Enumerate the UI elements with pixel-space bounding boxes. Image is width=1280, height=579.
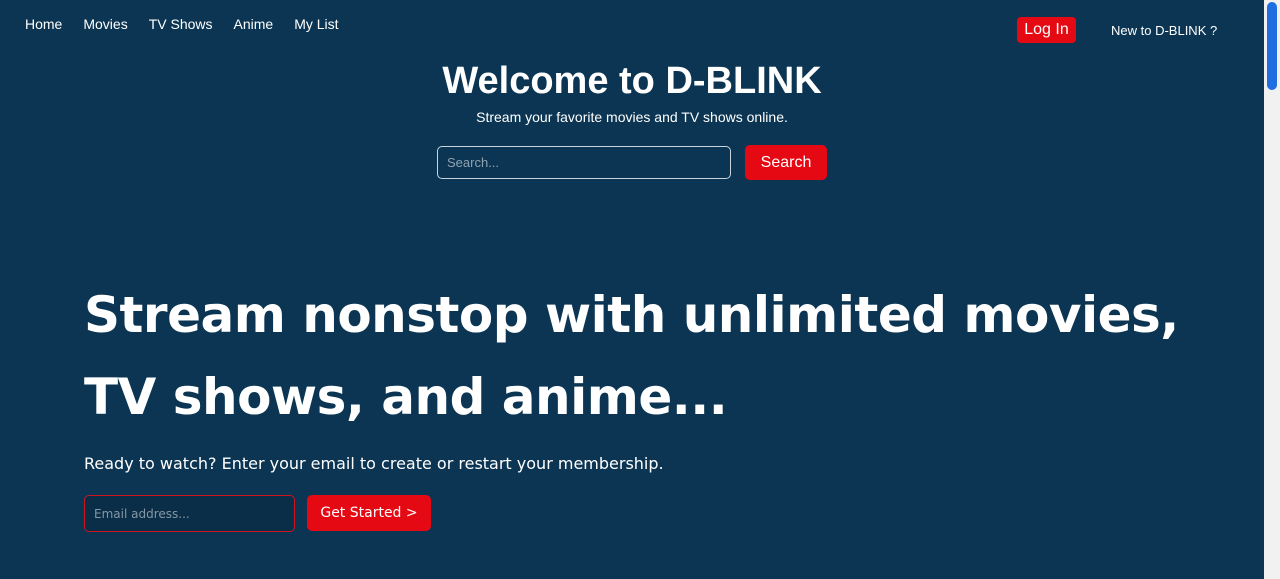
scrollbar-thumb[interactable] [1267, 2, 1277, 90]
search-input[interactable] [437, 146, 731, 179]
get-started-button[interactable]: Get Started > [307, 495, 431, 531]
new-user-link[interactable]: New to D-BLINK ? [1111, 23, 1217, 39]
page: Home Movies TV Shows Anime My List Log I… [0, 0, 1280, 579]
nav-item-my-list[interactable]: My List [294, 16, 338, 33]
hero-title-line-1: Stream nonstop with unlimited movies, [84, 286, 1179, 344]
email-field[interactable] [84, 495, 295, 532]
nav-item-tv-shows[interactable]: TV Shows [149, 16, 213, 33]
hero-subtitle: Ready to watch? Enter your email to crea… [84, 454, 664, 473]
login-button[interactable]: Log In [1017, 17, 1076, 43]
hero-title: Stream nonstop with unlimited movies, TV… [84, 274, 1204, 438]
nav-item-anime[interactable]: Anime [234, 16, 274, 33]
search-button[interactable]: Search [745, 145, 827, 180]
page-title: Welcome to D-BLINK [442, 60, 822, 102]
page-tagline: Stream your favorite movies and TV shows… [476, 109, 788, 125]
top-nav: Home Movies TV Shows Anime My List [25, 16, 360, 33]
nav-item-movies[interactable]: Movies [83, 16, 127, 33]
hero-title-line-2: TV shows, and anime... [84, 368, 728, 426]
nav-item-home[interactable]: Home [25, 16, 62, 33]
